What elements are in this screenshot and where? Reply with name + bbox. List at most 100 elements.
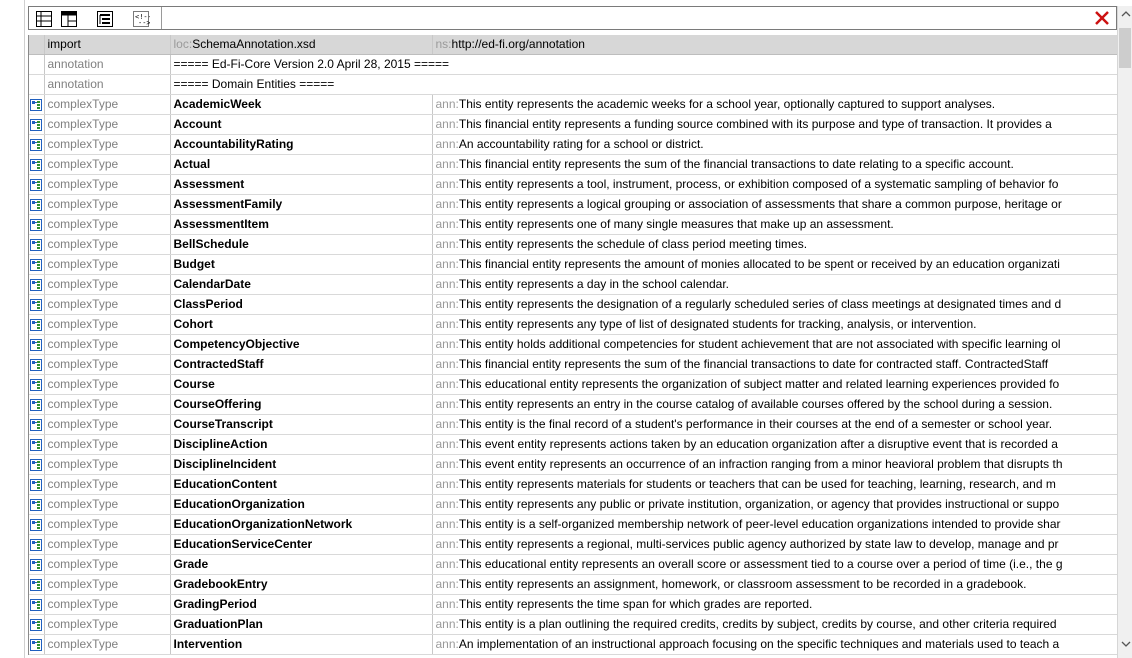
table-row[interactable]: complexType AssessmentItem ann:This entity… [29,214,1118,235]
table-row[interactable]: complexType CourseOffering ann:This entity… [29,394,1118,415]
type-annotation[interactable]: ann:This entity represents materials for… [432,474,1118,495]
type-name[interactable]: GradebookEntry [170,574,433,595]
table-row[interactable]: complexType AcademicWeek ann:This entity r… [29,94,1118,115]
type-name[interactable]: CompetencyObjective [170,334,433,355]
type-annotation[interactable]: ann:An implementation of an instructiona… [432,634,1118,655]
type-annotation[interactable]: ann:This entity is a self-organized memb… [432,514,1118,535]
type-annotation[interactable]: ann:This financial entity represents a f… [432,114,1118,135]
table-row[interactable]: complexType CalendarDate ann:This entity r… [29,274,1118,295]
type-name[interactable]: Budget [170,254,433,275]
type-annotation[interactable]: ann:This entity represents the schedule … [432,234,1118,255]
type-name[interactable]: GradingPeriod [170,594,433,615]
complextype-icon[interactable] [29,494,45,515]
complextype-icon[interactable] [29,534,45,555]
table-row[interactable]: complexType CompetencyObjective ann:This e… [29,334,1118,355]
table-row[interactable]: complexType Course ann:This educational en… [29,374,1118,395]
complextype-icon[interactable] [29,94,45,115]
complextype-icon[interactable] [29,174,45,195]
complextype-icon[interactable] [29,154,45,175]
type-annotation[interactable]: ann:This financial entity represents the… [432,154,1118,175]
type-annotation[interactable]: ann:This educational entity represents a… [432,554,1118,575]
complextype-icon[interactable] [29,454,45,475]
table-row[interactable]: import loc:SchemaAnnotation.xsd ns:http:… [29,35,1118,55]
table-row[interactable]: complexType Assessment ann:This entity rep… [29,174,1118,195]
type-annotation[interactable]: ann:This entity represents the time span… [432,594,1118,615]
complextype-icon[interactable] [29,514,45,535]
complextype-icon[interactable] [29,614,45,635]
complextype-icon[interactable] [29,474,45,495]
type-name[interactable]: AssessmentFamily [170,194,433,215]
type-annotation[interactable]: ann:This event entity represents actions… [432,434,1118,455]
tree-view-icon[interactable] [93,8,116,29]
type-name[interactable]: ClassPeriod [170,294,433,315]
type-annotation[interactable]: ann:This entity represents a regional, m… [432,534,1118,555]
annotation-text[interactable]: ===== Ed-Fi-Core Version 2.0 April 28, 2… [170,54,1118,75]
table-row[interactable]: complexType EducationOrganizationNetwork a… [29,514,1118,535]
type-annotation[interactable]: ann:This financial entity represents the… [432,354,1118,375]
complextype-icon[interactable] [29,334,45,355]
type-annotation[interactable]: ann:This entity represents an entry in t… [432,394,1118,415]
table-row[interactable]: complexType GradingPeriod ann:This entity … [29,594,1118,615]
grid-view-icon[interactable] [32,8,55,29]
type-annotation[interactable]: ann:This event entity represents an occu… [432,454,1118,475]
scroll-thumb[interactable] [1119,28,1131,68]
table-row[interactable]: complexType Budget ann:This financial enti… [29,254,1118,275]
complextype-icon[interactable] [29,214,45,235]
complextype-icon[interactable] [29,314,45,335]
type-name[interactable]: CourseOffering [170,394,433,415]
complextype-icon[interactable] [29,554,45,575]
type-name[interactable]: AcademicWeek [170,94,433,115]
table-row[interactable]: complexType Account ann:This financial ent… [29,114,1118,135]
type-name[interactable]: CalendarDate [170,274,433,295]
type-annotation[interactable]: ann:This educational entity represents t… [432,374,1118,395]
type-annotation[interactable]: ann:This entity represents a day in the … [432,274,1118,295]
type-annotation[interactable]: ann:This entity represents any public or… [432,494,1118,515]
complextype-icon[interactable] [29,134,45,155]
complextype-icon[interactable] [29,594,45,615]
type-name[interactable]: EducationOrganizationNetwork [170,514,433,535]
complextype-icon[interactable] [29,354,45,375]
complextype-icon[interactable] [29,194,45,215]
table-row[interactable]: complexType AccountabilityRating ann:An ac… [29,134,1118,155]
close-icon[interactable] [1094,9,1110,27]
type-name[interactable]: AssessmentItem [170,214,433,235]
type-name[interactable]: EducationContent [170,474,433,495]
complextype-icon[interactable] [29,234,45,255]
type-annotation[interactable]: ann:This entity represents a tool, instr… [432,174,1118,195]
table-row[interactable]: complexType GraduationPlan ann:This entity… [29,614,1118,635]
table-view-icon[interactable] [57,8,80,29]
complextype-icon[interactable] [29,414,45,435]
type-name[interactable]: Account [170,114,433,135]
type-name[interactable]: Assessment [170,174,433,195]
table-row[interactable]: complexType EducationContent ann:This enti… [29,474,1118,495]
table-row[interactable]: complexType AssessmentFamily ann:This enti… [29,194,1118,215]
table-row[interactable]: complexType Cohort ann:This entity represe… [29,314,1118,335]
type-annotation[interactable]: ann:This entity is a plan outlining the … [432,614,1118,635]
type-annotation[interactable]: ann:This entity represents a logical gro… [432,194,1118,215]
table-row[interactable]: annotation ===== Domain Entities ===== [29,74,1118,95]
table-row[interactable]: complexType CourseTranscript ann:This enti… [29,414,1118,435]
type-name[interactable]: Course [170,374,433,395]
type-annotation[interactable]: ann:This entity represents any type of l… [432,314,1118,335]
table-row[interactable]: complexType DisciplineAction ann:This even… [29,434,1118,455]
type-name[interactable]: BellSchedule [170,234,433,255]
type-name[interactable]: AccountabilityRating [170,134,433,155]
row-desc[interactable]: ns:http://ed-fi.org/annotation [432,35,1118,55]
table-row[interactable]: annotation ===== Ed-Fi-Core Version 2.0 … [29,54,1118,75]
type-name[interactable]: EducationOrganization [170,494,433,515]
comment-icon[interactable]: <!----> [129,8,152,29]
complextype-icon[interactable] [29,374,45,395]
type-annotation[interactable]: ann:This entity represents the academic … [432,94,1118,115]
type-name[interactable]: DisciplineAction [170,434,433,455]
complextype-icon[interactable] [29,254,45,275]
complextype-icon[interactable] [29,294,45,315]
type-name[interactable]: Grade [170,554,433,575]
type-annotation[interactable]: ann:An accountability rating for a schoo… [432,134,1118,155]
table-row[interactable]: complexType Intervention ann:An implementa… [29,634,1118,655]
complextype-icon[interactable] [29,434,45,455]
complextype-icon[interactable] [29,114,45,135]
complextype-icon[interactable] [29,274,45,295]
type-annotation[interactable]: ann:This entity represents one of many s… [432,214,1118,235]
type-name[interactable]: Actual [170,154,433,175]
table-row[interactable]: complexType GradebookEntry ann:This entity… [29,574,1118,595]
